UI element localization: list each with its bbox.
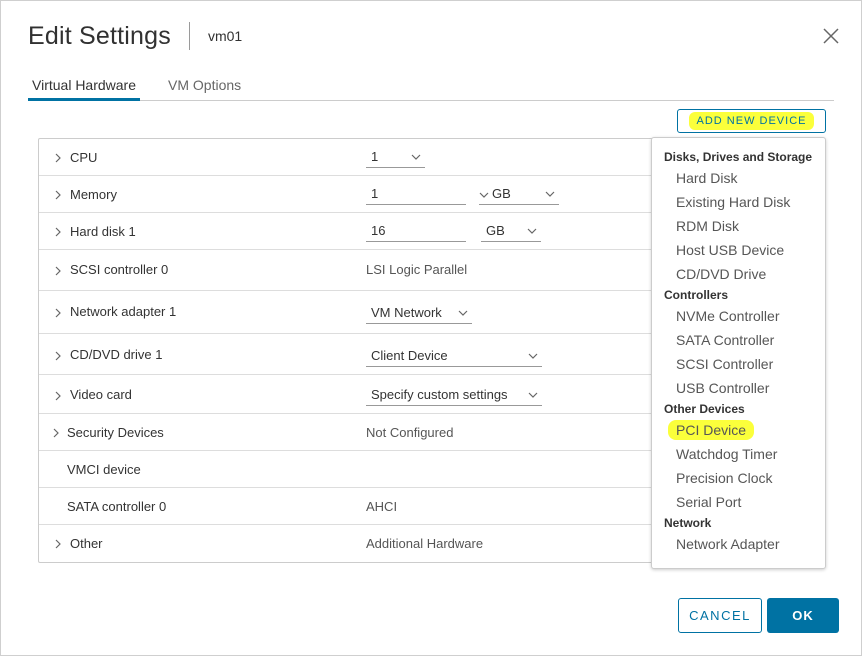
hard-disk-size-value: 16: [371, 223, 386, 238]
cpu-select[interactable]: 1: [366, 146, 425, 168]
memory-unit-select[interactable]: GB: [479, 183, 559, 205]
hw-row-vmci-device: VMCI device: [39, 451, 657, 488]
network-select[interactable]: VM Network: [366, 302, 472, 324]
hw-label-security-devices: Security Devices: [67, 425, 164, 440]
hw-label-video-card: Video card: [70, 387, 132, 402]
tab-bar: Virtual Hardware VM Options: [28, 71, 834, 101]
chevron-down-icon: [528, 353, 538, 359]
hw-row-scsi-controller: SCSI controller 0 LSI Logic Parallel: [39, 250, 657, 291]
hw-row-hard-disk: Hard disk 1 16 GB: [39, 213, 657, 250]
hard-disk-unit-value: GB: [486, 223, 505, 238]
dropdown-item-host-usb-device[interactable]: Host USB Device: [676, 242, 784, 258]
other-value: Additional Hardware: [366, 536, 484, 551]
security-devices-value: Not Configured: [366, 425, 454, 440]
chevron-right-icon[interactable]: [53, 266, 63, 276]
memory-unit-value: GB: [492, 186, 511, 201]
hw-row-network-adapter: Network adapter 1 VM Network: [39, 291, 657, 334]
hw-row-sata-controller: SATA controller 0 AHCI: [39, 488, 657, 525]
hw-row-cpu: CPU 1: [39, 139, 657, 176]
hw-row-other: Other Additional Hardware: [39, 525, 657, 563]
dropdown-group-header: Disks, Drives and Storage: [664, 150, 813, 164]
tab-vm-options[interactable]: VM Options: [164, 71, 245, 101]
hw-row-cd-dvd-drive: CD/DVD drive 1 Client Device: [39, 334, 657, 375]
hw-row-video-card: Video card Specify custom settings: [39, 375, 657, 414]
tab-virtual-hardware[interactable]: Virtual Hardware: [28, 71, 141, 101]
chevron-right-icon[interactable]: [53, 153, 63, 163]
dropdown-group-header: Network: [664, 516, 712, 530]
title-separator: [188, 22, 190, 50]
hw-label-sata-controller: SATA controller 0: [67, 499, 167, 514]
hw-label-hard-disk: Hard disk 1: [70, 224, 136, 239]
dialog-title: Edit Settings: [28, 21, 171, 50]
dropdown-item-cd-dvd-drive[interactable]: CD/DVD Drive: [676, 266, 766, 282]
hw-label-vmci-device: VMCI device: [67, 462, 141, 477]
cancel-button[interactable]: CANCEL: [678, 598, 762, 633]
dropdown-group-header: Other Devices: [664, 402, 745, 416]
add-device-dropdown: Disks, Drives and Storage Hard Disk Exis…: [651, 137, 826, 569]
chevron-down-icon: [545, 191, 555, 197]
dropdown-item-hard-disk[interactable]: Hard Disk: [676, 170, 737, 186]
chevron-right-icon[interactable]: [53, 391, 63, 401]
dropdown-item-sata-controller[interactable]: SATA Controller: [676, 332, 774, 348]
chevron-right-icon[interactable]: [53, 227, 63, 237]
dropdown-item-nvme-controller[interactable]: NVMe Controller: [676, 308, 779, 324]
dropdown-item-network-adapter[interactable]: Network Adapter: [676, 536, 780, 552]
hw-row-memory: Memory 1 GB: [39, 176, 657, 213]
network-select-value: VM Network: [371, 305, 442, 320]
vm-name: vm01: [207, 28, 243, 44]
close-button[interactable]: [821, 26, 841, 46]
hard-disk-size-input[interactable]: 16: [366, 220, 466, 242]
cpu-select-value: 1: [371, 149, 379, 164]
sata-controller-value: AHCI: [366, 499, 398, 514]
chevron-right-icon[interactable]: [53, 308, 63, 318]
dropdown-item-usb-controller[interactable]: USB Controller: [676, 380, 769, 396]
hw-label-cpu: CPU: [70, 150, 98, 165]
hw-label-cd-dvd-drive: CD/DVD drive 1: [70, 347, 163, 362]
chevron-down-icon: [528, 392, 538, 398]
video-card-select-value: Specify custom settings: [371, 387, 508, 402]
edit-settings-dialog: Edit Settings vm01 Virtual Hardware VM O…: [0, 0, 862, 656]
chevron-right-icon[interactable]: [53, 190, 63, 200]
hw-label-scsi-controller: SCSI controller 0: [70, 262, 169, 277]
chevron-right-icon[interactable]: [53, 351, 63, 361]
dropdown-item-rdm-disk[interactable]: RDM Disk: [676, 218, 739, 234]
add-new-device-label: ADD NEW DEVICE: [688, 112, 815, 130]
dropdown-item-watchdog-timer[interactable]: Watchdog Timer: [676, 446, 777, 462]
dropdown-item-existing-hard-disk[interactable]: Existing Hard Disk: [676, 194, 790, 210]
cd-dvd-select[interactable]: Client Device: [366, 345, 542, 367]
chevron-down-icon: [527, 228, 537, 234]
dropdown-item-scsi-controller[interactable]: SCSI Controller: [676, 356, 773, 372]
cd-dvd-select-value: Client Device: [371, 348, 448, 363]
dropdown-group-header: Controllers: [664, 288, 729, 302]
video-card-select[interactable]: Specify custom settings: [366, 384, 542, 406]
ok-button[interactable]: OK: [767, 598, 839, 633]
memory-input-value: 1: [371, 186, 379, 201]
chevron-down-icon: [458, 310, 468, 316]
chevron-down-icon: [411, 154, 421, 160]
hw-label-other: Other: [70, 536, 103, 551]
close-icon: [823, 28, 839, 44]
hw-row-security-devices: Security Devices Not Configured: [39, 414, 657, 451]
dropdown-item-pci-device[interactable]: PCI Device: [668, 420, 755, 440]
hardware-table: CPU 1 Memory 1 GB Hard disk 1 16 GB SCSI…: [38, 138, 658, 563]
chevron-right-icon[interactable]: [53, 539, 63, 549]
memory-input[interactable]: 1: [366, 183, 466, 205]
hw-label-memory: Memory: [70, 187, 117, 202]
scsi-controller-value: LSI Logic Parallel: [366, 262, 468, 277]
chevron-right-icon[interactable]: [51, 428, 61, 438]
add-new-device-button[interactable]: ADD NEW DEVICE: [677, 109, 826, 133]
dropdown-item-precision-clock[interactable]: Precision Clock: [676, 470, 772, 486]
dropdown-item-serial-port[interactable]: Serial Port: [676, 494, 741, 510]
hard-disk-unit-select[interactable]: GB: [481, 220, 541, 242]
hw-label-network-adapter: Network adapter 1: [70, 304, 177, 319]
dialog-header: Edit Settings vm01: [28, 19, 242, 53]
